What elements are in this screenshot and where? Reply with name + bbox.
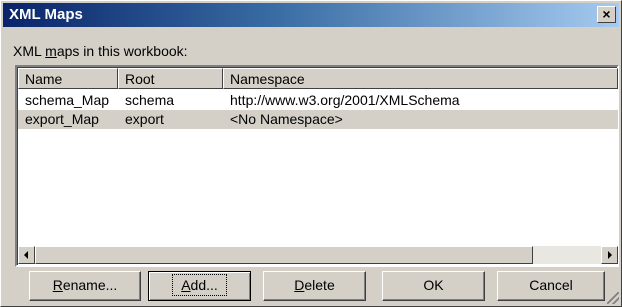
label-part-1: XML xyxy=(13,43,46,59)
close-button[interactable]: × xyxy=(597,6,616,23)
column-header-root[interactable]: Root xyxy=(118,68,223,89)
ok-button[interactable]: OK xyxy=(382,271,485,301)
scroll-left-arrow-icon[interactable] xyxy=(18,246,35,264)
list-row-schema-map[interactable]: schema_Map schema http://www.w3.org/2001… xyxy=(18,91,618,110)
cell-root: export xyxy=(125,111,164,127)
delete-mnemonic: D xyxy=(294,277,305,293)
xml-maps-dialog: XML Maps × XML maps in this workbook: Na… xyxy=(0,0,622,307)
column-header-namespace[interactable]: Namespace xyxy=(223,68,618,89)
add-label-wrap: Add... xyxy=(172,274,227,296)
delete-label: elete xyxy=(304,277,335,293)
dialog-title: XML Maps xyxy=(9,6,83,23)
horizontal-scrollbar[interactable] xyxy=(18,246,618,264)
add-mnemonic: A xyxy=(181,277,191,293)
resize-grip-icon[interactable] xyxy=(607,292,619,304)
add-label: dd... xyxy=(190,277,218,293)
label-part-2: aps in this workbook: xyxy=(56,43,188,59)
add-button[interactable]: Add... xyxy=(148,271,251,301)
label-mnemonic: m xyxy=(45,43,57,59)
cell-name: export_Map xyxy=(25,111,99,127)
cell-namespace: http://www.w3.org/2001/XMLSchema xyxy=(230,92,460,108)
xml-maps-label: XML maps in this workbook: xyxy=(13,43,188,59)
column-header-name[interactable]: Name xyxy=(18,68,118,89)
cancel-button[interactable]: Cancel xyxy=(497,271,605,301)
xml-maps-list[interactable]: Name Root Namespace schema_Map schema ht… xyxy=(15,65,619,267)
rename-label: ename... xyxy=(62,277,118,293)
rename-button[interactable]: Rename... xyxy=(29,271,141,301)
delete-button[interactable]: Delete xyxy=(263,271,366,301)
list-header: Name Root Namespace xyxy=(18,68,618,89)
close-icon: × xyxy=(602,6,611,22)
scroll-thumb[interactable] xyxy=(35,246,533,264)
list-rows: schema_Map schema http://www.w3.org/2001… xyxy=(18,91,618,129)
cell-namespace: <No Namespace> xyxy=(230,111,343,127)
rename-mnemonic: R xyxy=(52,277,63,293)
cell-name: schema_Map xyxy=(25,92,110,108)
list-row-export-map[interactable]: export_Map export <No Namespace> xyxy=(18,110,618,129)
scroll-right-arrow-icon[interactable] xyxy=(601,246,618,264)
cell-root: schema xyxy=(125,92,175,108)
title-bar[interactable]: XML Maps × xyxy=(3,3,619,27)
